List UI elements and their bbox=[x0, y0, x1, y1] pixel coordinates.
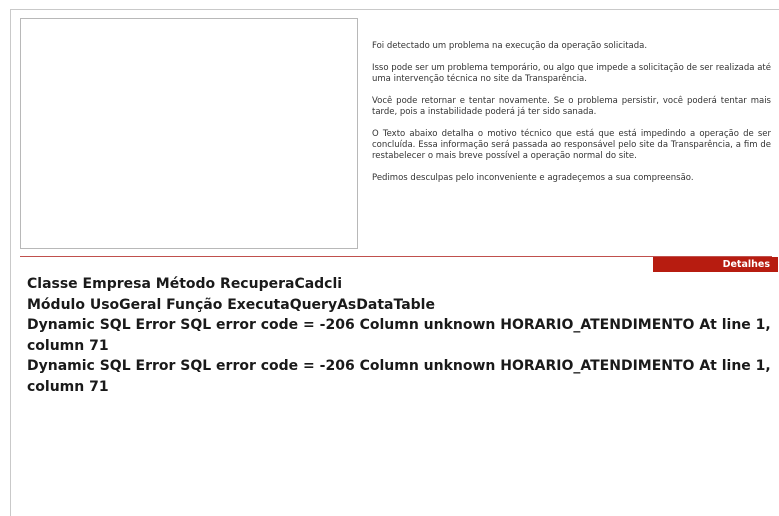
image-placeholder bbox=[20, 18, 358, 249]
error-line: Dynamic SQL Error SQL error code = -206 … bbox=[27, 358, 771, 395]
message-paragraph: O Texto abaixo detalha o motivo técnico … bbox=[372, 129, 771, 161]
details-tab[interactable]: Detalhes bbox=[653, 257, 778, 272]
message-paragraph: Pedimos desculpas pelo inconveniente e a… bbox=[372, 173, 694, 183]
error-message: Foi detectado um problema na execução da… bbox=[372, 41, 771, 195]
message-paragraph: Foi detectado um problema na execução da… bbox=[372, 41, 648, 51]
error-line: Dynamic SQL Error SQL error code = -206 … bbox=[27, 317, 771, 354]
message-paragraph: Você pode retornar e tentar novamente. S… bbox=[372, 96, 771, 117]
error-details: Classe Empresa Método RecuperaCadcli Mód… bbox=[27, 274, 775, 398]
message-paragraph: Isso pode ser um problema temporário, ou… bbox=[372, 63, 771, 84]
error-line: Classe Empresa Método RecuperaCadcli bbox=[27, 276, 343, 292]
error-line: Módulo UsoGeral Função ExecutaQueryAsDat… bbox=[27, 296, 435, 313]
